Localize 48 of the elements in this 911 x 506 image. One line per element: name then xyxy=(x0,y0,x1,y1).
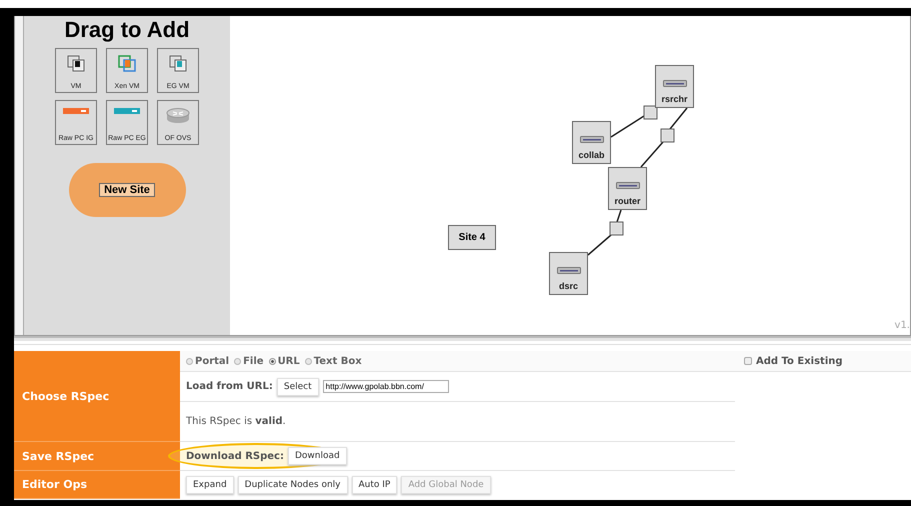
node-label: collab xyxy=(578,150,604,160)
server-icon xyxy=(580,136,604,143)
radio-option[interactable]: File xyxy=(234,356,264,366)
host-node[interactable]: collab xyxy=(572,121,611,164)
version-label: v1. xyxy=(894,320,910,331)
editor-button[interactable]: Auto IP xyxy=(352,476,398,494)
node-label: router xyxy=(614,196,640,206)
status-text: This RSpec is valid. xyxy=(186,416,286,427)
window-stack-icon xyxy=(169,55,187,72)
field-label: Download RSpec: xyxy=(186,450,284,462)
select-button[interactable]: Select xyxy=(276,378,319,396)
server-icon xyxy=(662,80,686,87)
link-node[interactable] xyxy=(660,128,674,142)
window-stack-icon xyxy=(118,55,136,72)
radio-option[interactable]: Portal xyxy=(186,356,230,366)
link-line xyxy=(610,115,644,138)
editor-button[interactable]: Duplicate Nodes only xyxy=(238,476,348,494)
editor-button[interactable]: Expand xyxy=(186,476,234,494)
link-node[interactable] xyxy=(644,106,658,120)
server-bar-icon xyxy=(114,107,140,115)
palette-title: Drag to Add xyxy=(64,17,190,43)
section-header: Save RSpec xyxy=(14,442,180,471)
radio-option[interactable]: Text Box xyxy=(304,356,362,366)
server-bar-icon xyxy=(63,107,89,115)
router-icon xyxy=(166,107,190,125)
host-node[interactable]: router xyxy=(608,167,647,210)
field-label: Load from URL: xyxy=(186,381,273,392)
link-line xyxy=(588,234,612,256)
checkbox-label: Add To Existing xyxy=(756,356,843,366)
url-field[interactable]: http://www.gpolab.bbn.com/ xyxy=(322,380,449,393)
host-node[interactable]: dsrc xyxy=(549,252,588,295)
link-line xyxy=(616,210,622,222)
server-icon xyxy=(556,267,580,274)
node-label: rsrchr xyxy=(661,94,688,104)
link-line xyxy=(669,108,688,130)
window-stack-icon xyxy=(67,55,85,72)
server-icon xyxy=(616,182,640,189)
site-box[interactable]: Site 4 xyxy=(448,225,496,250)
new-site-button[interactable]: New Site xyxy=(99,183,155,197)
checkbox[interactable] xyxy=(744,357,752,365)
node-label: dsrc xyxy=(558,281,578,291)
host-node[interactable]: rsrchr xyxy=(655,65,694,108)
section-header: Choose RSpec xyxy=(14,351,180,442)
download-button[interactable]: Download xyxy=(288,447,347,465)
link-node[interactable] xyxy=(610,222,624,236)
radio-option[interactable]: URL xyxy=(268,356,300,366)
section-header: Editor Ops xyxy=(14,471,180,499)
link-line xyxy=(640,142,664,168)
